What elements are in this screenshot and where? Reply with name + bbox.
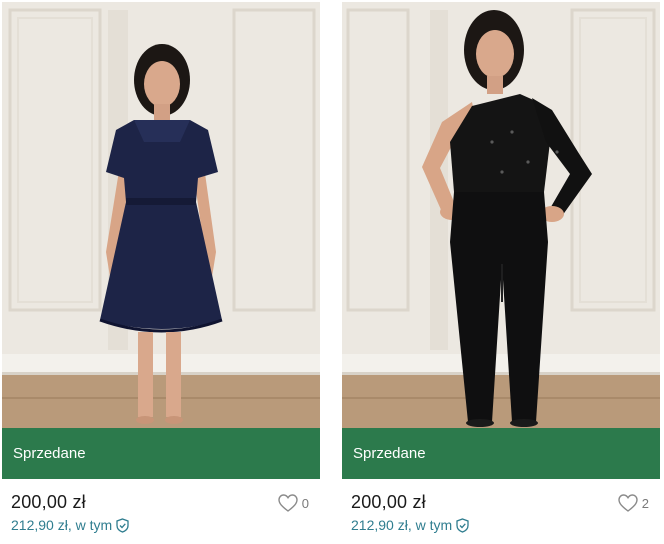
item-price: 200,00 zł [11,492,86,512]
price-with-fee: 212,90 zł, w tym [11,517,113,533]
sold-status-bar: Sprzedane [2,428,320,479]
item-card[interactable]: Sprzedane 200,00 zł 212,90 zł, w tym 2 [342,0,660,544]
heart-icon [278,494,298,512]
favourite-count: 2 [641,495,649,511]
item-photo[interactable] [2,2,320,428]
status-label: Sprzedane [353,445,426,462]
shield-check-icon [116,517,129,533]
heart-icon [618,494,638,512]
photo-navy-lace-dress [2,2,320,428]
shield-check-icon [456,517,469,533]
photo-black-one-shoulder-jumpsuit [342,2,660,428]
favourite-button[interactable]: 0 [277,493,309,513]
price-with-fee: 212,90 zł, w tym [351,517,453,533]
price-with-buyer-protection[interactable]: 212,90 zł, w tym [11,517,129,533]
item-card[interactable]: Sprzedane 200,00 zł 212,90 zł, w tym 0 [2,0,320,544]
item-price: 200,00 zł [351,492,426,512]
item-photo[interactable] [342,2,660,428]
favourite-count: 0 [301,495,309,511]
sold-status-bar: Sprzedane [342,428,660,479]
status-label: Sprzedane [13,445,86,462]
favourite-button[interactable]: 2 [617,493,649,513]
price-with-buyer-protection[interactable]: 212,90 zł, w tym [351,517,469,533]
